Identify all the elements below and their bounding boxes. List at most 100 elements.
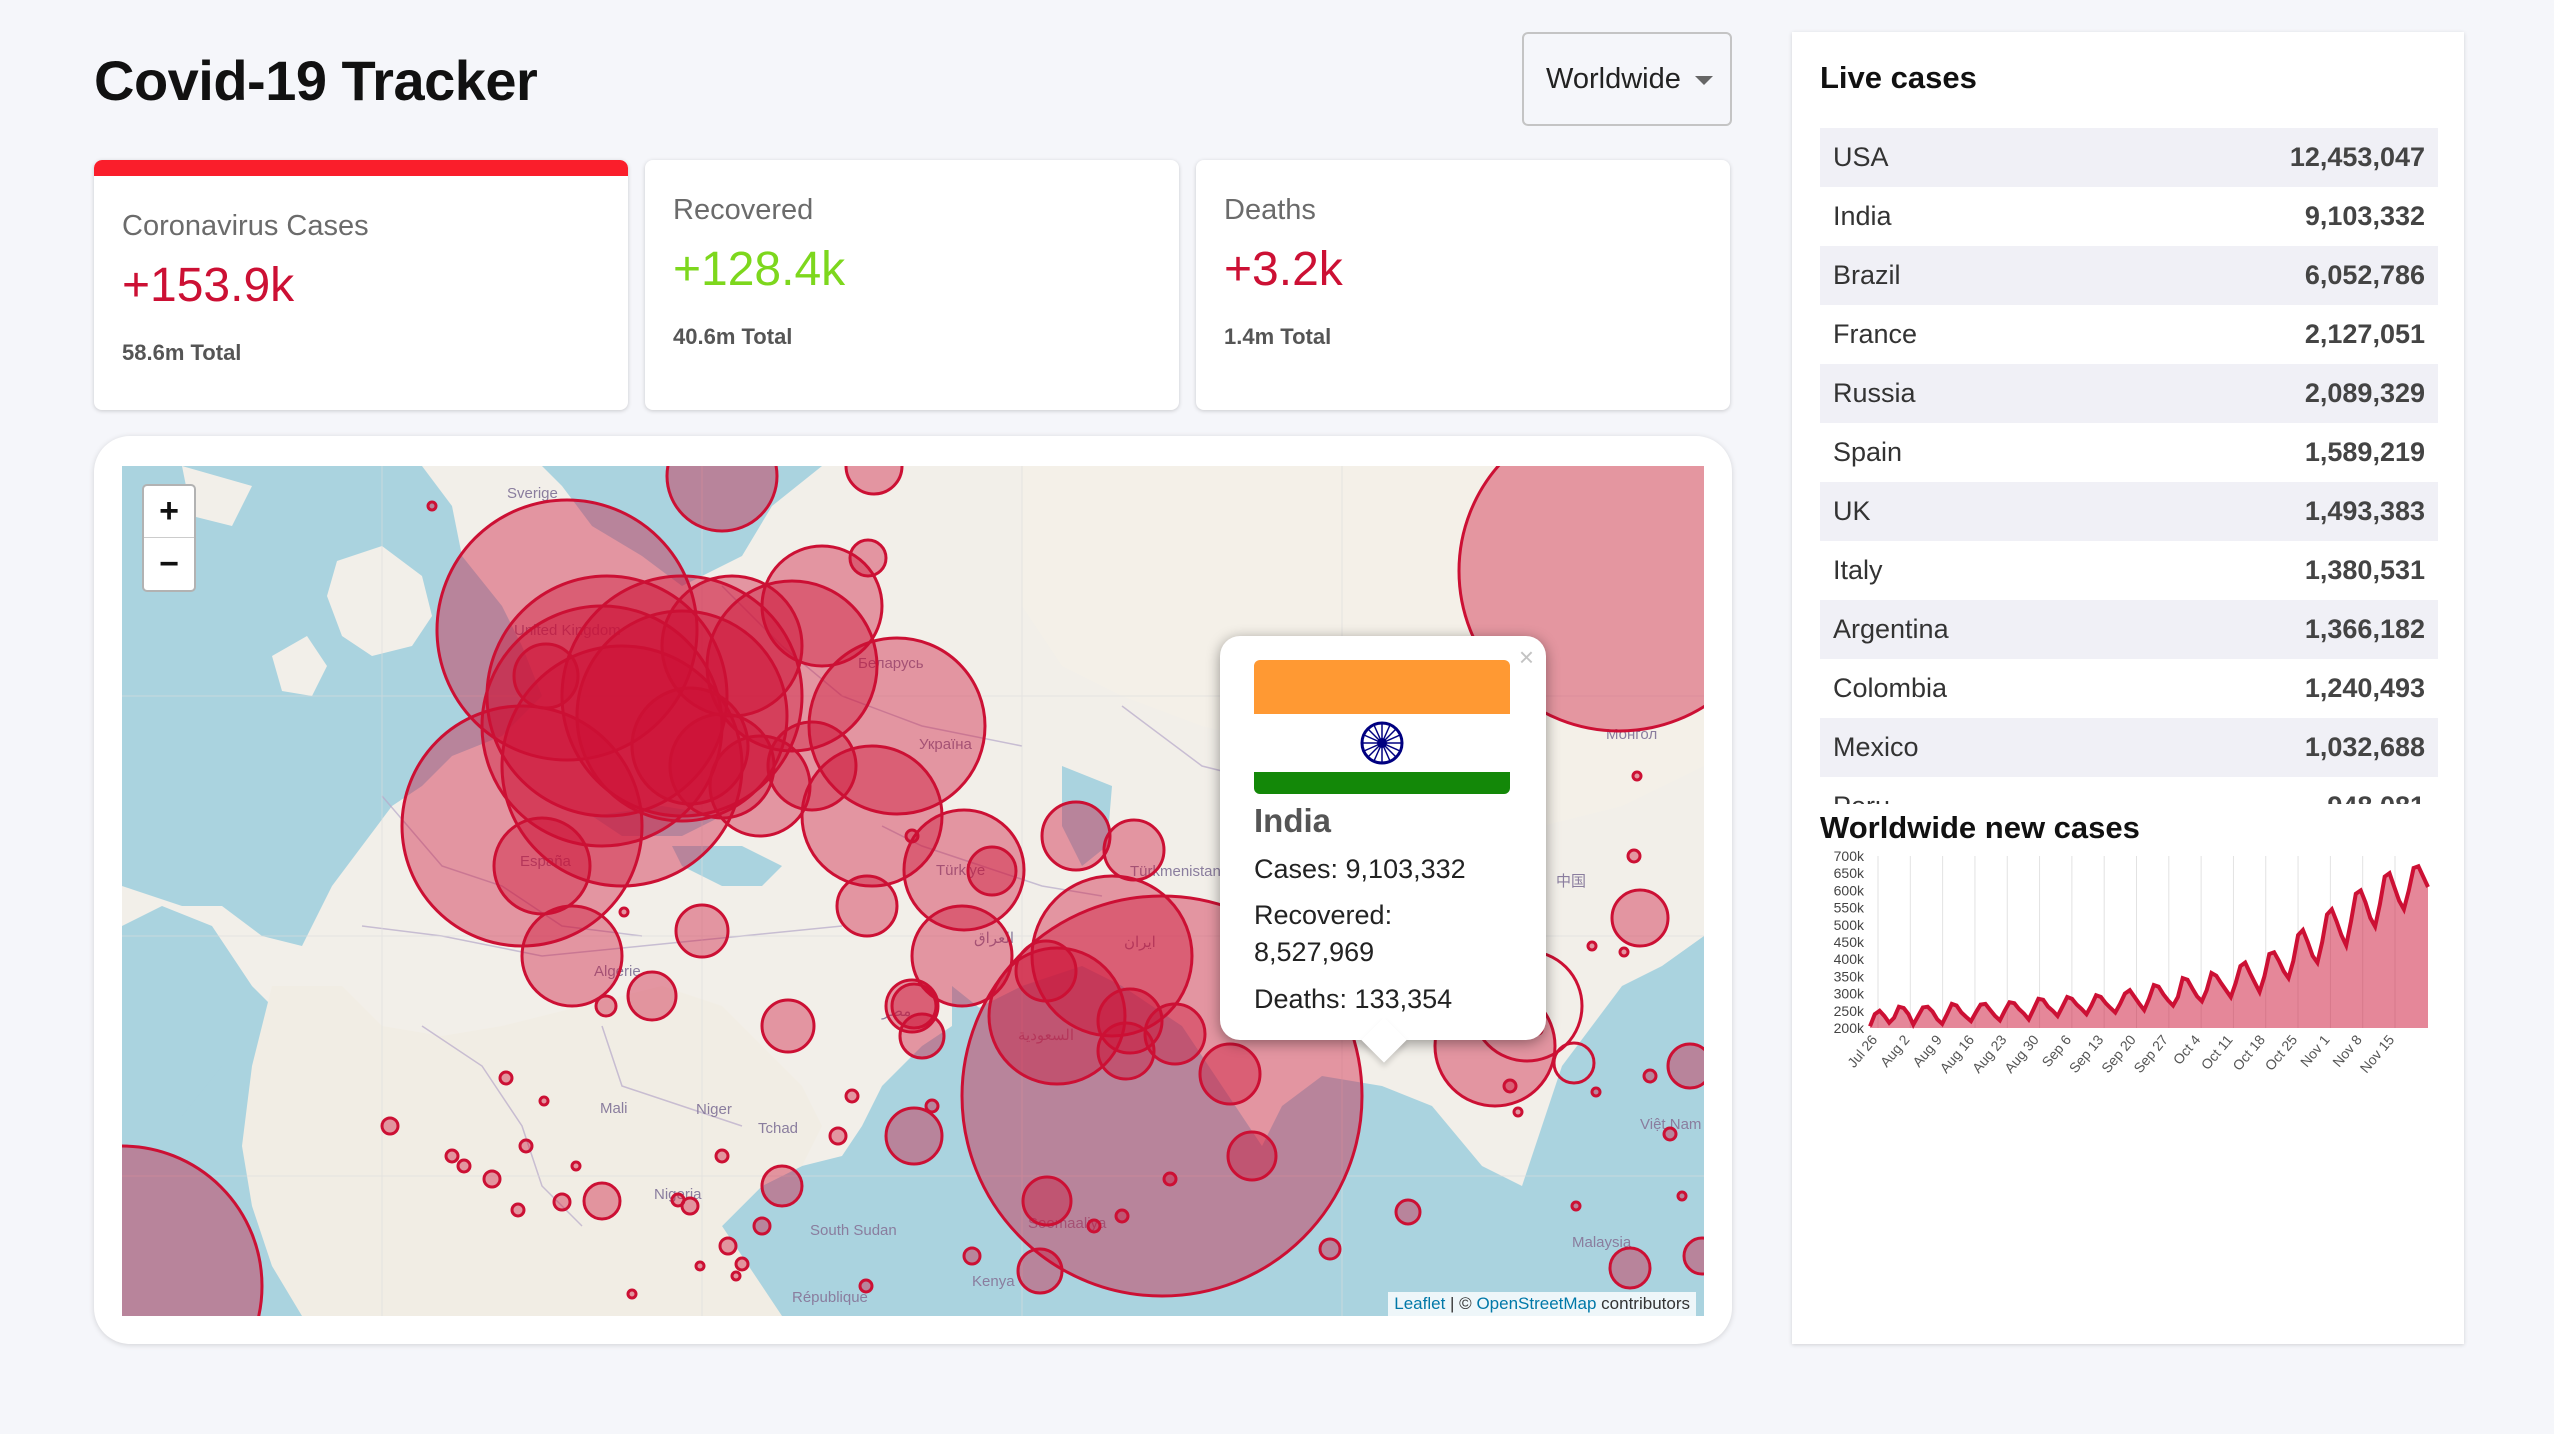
chart-x-tick: Sep 20 [2098,1031,2139,1075]
row-country: France [1833,319,1918,349]
row-country: Russia [1833,378,1916,408]
chart-x-tick: Sep 13 [2066,1031,2107,1075]
svg-text:Mali: Mali [600,1100,628,1117]
zoom-in-button[interactable]: + [144,486,194,538]
chart-x-tick: Sep 27 [2130,1031,2171,1075]
row-cases: 6,052,786 [2304,260,2425,290]
table-row: Argentina 1,366,182 [1820,600,2438,659]
chart-y-tick: 400k [1834,951,1865,967]
chart-x-tick: Jul 26 [1844,1031,1880,1070]
recovered-label: Recovered [673,194,814,226]
svg-text:Niger: Niger [696,1101,732,1118]
table-row: Spain 1,589,219 [1820,423,2438,482]
chart-x-tick: Aug 30 [2001,1031,2042,1075]
table-row: UK 1,493,383 [1820,482,2438,541]
table-row: Colombia 1,240,493 [1820,659,2438,718]
popup-recovered-value: 8,527,969 [1254,937,1375,967]
svg-text:Kenya: Kenya [972,1273,1015,1290]
row-country: India [1833,201,1892,231]
attribution-suffix: contributors [1596,1294,1690,1313]
table-row: Peru 948,081 [1820,777,2438,804]
row-cases: 2,127,051 [2304,319,2425,349]
chart-y-tick: 350k [1834,968,1865,984]
chart-y-tick: 450k [1834,934,1865,950]
cases-today: +153.9k [122,259,295,312]
chart-x-tick: Oct 18 [2229,1031,2268,1073]
table-row: Brazil 6,052,786 [1820,246,2438,305]
zoom-out-button[interactable]: − [144,538,194,590]
recovered-total: 40.6m Total [673,324,793,349]
chart-x-tick: Aug 23 [1969,1031,2010,1075]
leaflet-link[interactable]: Leaflet [1394,1294,1445,1313]
recovered-today: +128.4k [673,243,846,296]
chevron-down-icon [1694,76,1713,85]
row-cases: 1,380,531 [2304,555,2425,585]
row-country: Spain [1833,437,1903,467]
chart-y-tick: 300k [1834,986,1865,1002]
right-sidebar: Live cases USA 12,453,047 India 9,103,332 Br… [1792,32,2464,1344]
row-country: Mexico [1833,732,1919,762]
row-country: Brazil [1833,260,1901,290]
chart-x-tick: Nov 15 [2357,1031,2398,1075]
svg-text:中国: 中国 [1556,873,1586,890]
row-cases: 948,081 [2327,791,2425,804]
country-select[interactable]: Worldwide [1522,32,1732,126]
svg-text:South Sudan: South Sudan [810,1222,897,1239]
svg-text:Sverige: Sverige [507,485,558,502]
row-country: USA [1833,142,1889,172]
openstreetmap-link[interactable]: OpenStreetMap [1476,1294,1596,1313]
row-cases: 2,089,329 [2304,378,2425,408]
table-row: Italy 1,380,531 [1820,541,2438,600]
chart-x-tick: Oct 11 [2198,1031,2236,1072]
chart-y-tick: 550k [1834,900,1865,916]
chart-x-tick: Aug 2 [1877,1031,1913,1069]
row-cases: 1,493,383 [2304,496,2425,526]
chart-x-tick: Aug 16 [1936,1031,1977,1075]
deaths-card[interactable]: Deaths +3.2k 1.4m Total [1196,160,1730,410]
row-cases: 1,032,688 [2304,732,2425,762]
ashoka-chakra-icon [1360,721,1404,765]
row-country: Colombia [1833,673,1948,703]
row-country: Peru [1833,791,1890,804]
row-country: UK [1833,496,1871,526]
map-attribution: Leaflet | © OpenStreetMap contributors [1388,1292,1696,1316]
row-country: Italy [1833,555,1883,585]
chart-y-tick: 500k [1834,917,1865,933]
row-cases: 12,453,047 [2289,142,2425,172]
table-row: India 9,103,332 [1820,187,2438,246]
popup-deaths: Deaths: 133,354 [1254,984,1453,1014]
active-card-indicator [94,160,628,176]
attribution-separator: | © [1445,1294,1477,1313]
chart-x-tick: Nov 1 [2297,1031,2333,1069]
country-popup: × India Cases: 9,103,332 Recovered: 8,52… [1220,636,1546,1063]
svg-text:Tchad: Tchad [758,1120,798,1137]
cases-label: Coronavirus Cases [122,210,369,242]
chart-y-tick: 700k [1834,848,1865,864]
close-icon[interactable]: × [1519,642,1534,673]
recovered-card[interactable]: Recovered +128.4k 40.6m Total [645,160,1179,410]
cases-total: 58.6m Total [122,340,242,365]
table-row: Mexico 1,032,688 [1820,718,2438,777]
deaths-label: Deaths [1224,194,1316,226]
row-cases: 1,589,219 [2304,437,2425,467]
india-flag-image [1254,660,1510,794]
chart-y-tick: 200k [1834,1020,1865,1036]
chart-y-tick: 650k [1834,865,1865,881]
row-country: Argentina [1833,614,1949,644]
row-cases: 1,366,182 [2304,614,2425,644]
svg-text:République: République [792,1289,868,1306]
live-cases-title: Live cases [1820,60,1977,95]
chart-x-tick: Oct 25 [2262,1031,2301,1073]
deaths-today: +3.2k [1224,243,1343,296]
row-cases: 9,103,332 [2304,201,2425,231]
popup-country-name: India [1254,802,1332,839]
table-row: France 2,127,051 [1820,305,2438,364]
app-title: Covid-19 Tracker [94,49,538,112]
popup-cases: Cases: 9,103,332 [1254,854,1466,884]
cases-card[interactable]: Coronavirus Cases +153.9k 58.6m Total [94,160,628,410]
country-select-value: Worldwide [1546,62,1681,95]
deaths-total: 1.4m Total [1224,324,1332,349]
live-cases-table[interactable]: USA 12,453,047 India 9,103,332 Brazil 6,052,7… [1820,128,2438,804]
table-row: USA 12,453,047 [1820,128,2438,187]
new-cases-chart: Jul 26Aug 2Aug 9Aug 16Aug 23Aug 30Sep 6S… [1834,848,2430,1076]
